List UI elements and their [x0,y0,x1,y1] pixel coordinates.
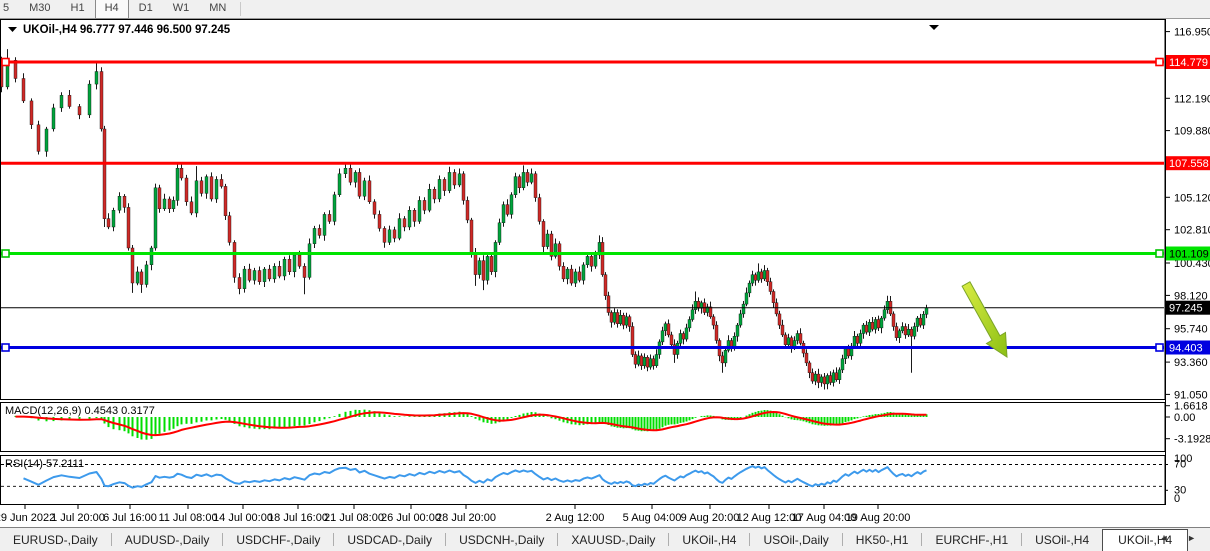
price-badge-label: 97.245 [1169,303,1203,315]
timeframe-button-mn[interactable]: MN [199,0,236,19]
symbol-tab-audusd-daily[interactable]: AUDUSD-,Daily [112,530,223,550]
time-axis-label: 2 Aug 12:00 [546,512,605,524]
time-axis-label: 26 Jul 00:00 [381,512,441,524]
hline-handle[interactable] [2,59,9,66]
price-axis-label: 95.740 [1174,324,1208,336]
price-badge-label: 107.558 [1169,158,1209,170]
price-axis-label: 116.950 [1174,27,1210,39]
hline-handle[interactable] [2,250,9,257]
time-axis-label: 5 Aug 04:00 [623,512,682,524]
price-badge-label: 101.109 [1169,249,1209,261]
tab-scroll-arrows[interactable]: ◄ ► [1160,533,1204,543]
symbol-tab-ukoil-h4[interactable]: UKOil-,H4 [669,530,749,550]
hline-handle[interactable] [1156,250,1163,257]
symbol-tab-usoil-daily[interactable]: USOil-,Daily [750,530,841,550]
symbol-tab-xauusd-daily[interactable]: XAUUSD-,Daily [558,530,668,550]
time-axis-label: 28 Jul 20:00 [436,512,496,524]
price-chart: UKOil-,H4 96.777 97.446 96.500 97.245 116… [0,19,1210,527]
macd-panel [1,403,1166,452]
timeframe-button-h4[interactable]: H4 [95,0,129,19]
price-axis-label: 102.810 [1174,225,1210,237]
time-axis-label: 9 Aug 20:00 [681,512,740,524]
price-axis-label: 93.360 [1174,357,1208,369]
time-axis-label: 29 Jun 2022 [0,512,55,524]
symbol-tab-usdcnh-daily[interactable]: USDCNH-,Daily [446,530,557,550]
price-axis-label: 112.190 [1174,93,1210,105]
timeframe-button-5[interactable]: 5 [0,0,19,19]
symbol-tab-eurchf-h1[interactable]: EURCHF-,H1 [922,530,1021,550]
symbol-tab-usoil-h4[interactable]: USOil-,H4 [1022,530,1102,550]
toolbar-separator [240,2,241,16]
time-axis-label: 6 Jul 16:00 [103,512,157,524]
macd-axis-label: 1.6618 [1174,401,1208,413]
time-axis-label: 14 Jul 00:00 [213,512,273,524]
symbol-tab-usdcad-daily[interactable]: USDCAD-,Daily [334,530,445,550]
symbol-tab-usdchf-daily[interactable]: USDCHF-,Daily [223,530,333,550]
symbol-tab-eurusd-daily[interactable]: EURUSD-,Daily [0,530,111,550]
macd-axis-label: 0.00 [1174,412,1195,424]
price-axis-label: 91.050 [1174,389,1208,401]
timeframe-toolbar: 5M30H1H4D1W1MN [0,0,1210,19]
price-badge-label: 114.779 [1169,57,1208,69]
time-axis-label: 18 Jul 16:00 [268,512,328,524]
time-axis-label: 11 Jul 08:00 [158,512,217,524]
price-badge-label: 94.403 [1169,343,1203,355]
hline-handle[interactable] [1156,59,1163,66]
macd-label: MACD(12,26,9) 0.4543 0.3177 [5,405,155,417]
time-axis: 29 Jun 20221 Jul 20:006 Jul 16:0011 Jul … [0,505,910,524]
timeframe-button-d1[interactable]: D1 [129,0,163,19]
time-axis-label: 1 Jul 20:00 [51,512,105,524]
timeframe-button-w1[interactable]: W1 [163,0,200,19]
timeframe-button-m30[interactable]: M30 [19,0,60,19]
rsi-axis-label: 70 [1174,459,1186,471]
time-axis-label: 21 Jul 08:00 [324,512,384,524]
rsi-axis-label: 0 [1174,493,1180,505]
price-axis-label: 105.120 [1174,192,1210,204]
timeframe-button-h1[interactable]: H1 [61,0,95,19]
rsi-label: RSI(14) 57.2111 [5,458,84,470]
time-axis-label: 19 Aug 20:00 [846,512,911,524]
hline-handle[interactable] [2,344,9,351]
hline-handle[interactable] [1156,344,1163,351]
symbol-tabbar: EURUSD-,DailyAUDUSD-,DailyUSDCHF-,DailyU… [0,527,1210,551]
macd-axis-label: -3.1928 [1174,434,1210,446]
symbol-tab-hk50-h1[interactable]: HK50-,H1 [843,530,922,550]
chart-window: UKOil-,H4 96.777 97.446 96.500 97.245 116… [0,19,1210,527]
chart-title: UKOil-,H4 96.777 97.446 96.500 97.245 [23,24,231,36]
price-axis-label: 109.880 [1174,126,1210,138]
price-axis-label: 98.120 [1174,290,1208,302]
